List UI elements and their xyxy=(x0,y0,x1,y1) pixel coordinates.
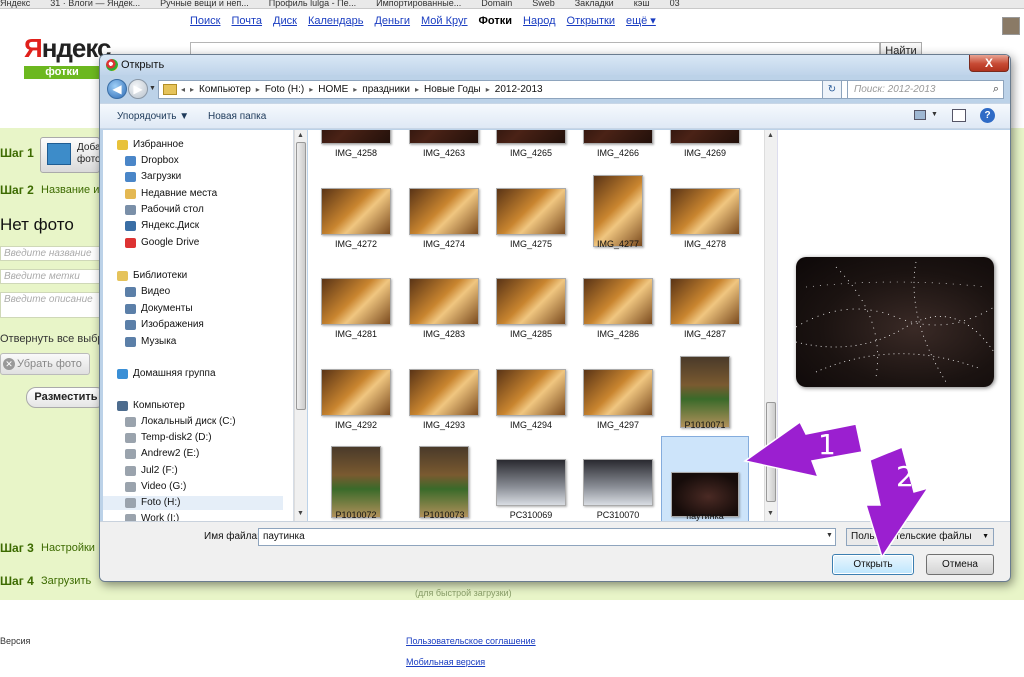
annotation-number-1: 1 xyxy=(818,428,836,461)
annotation-arrow-1 xyxy=(743,420,863,479)
annotation-number-2: 2 xyxy=(896,460,914,493)
annotation-layer xyxy=(743,420,930,559)
